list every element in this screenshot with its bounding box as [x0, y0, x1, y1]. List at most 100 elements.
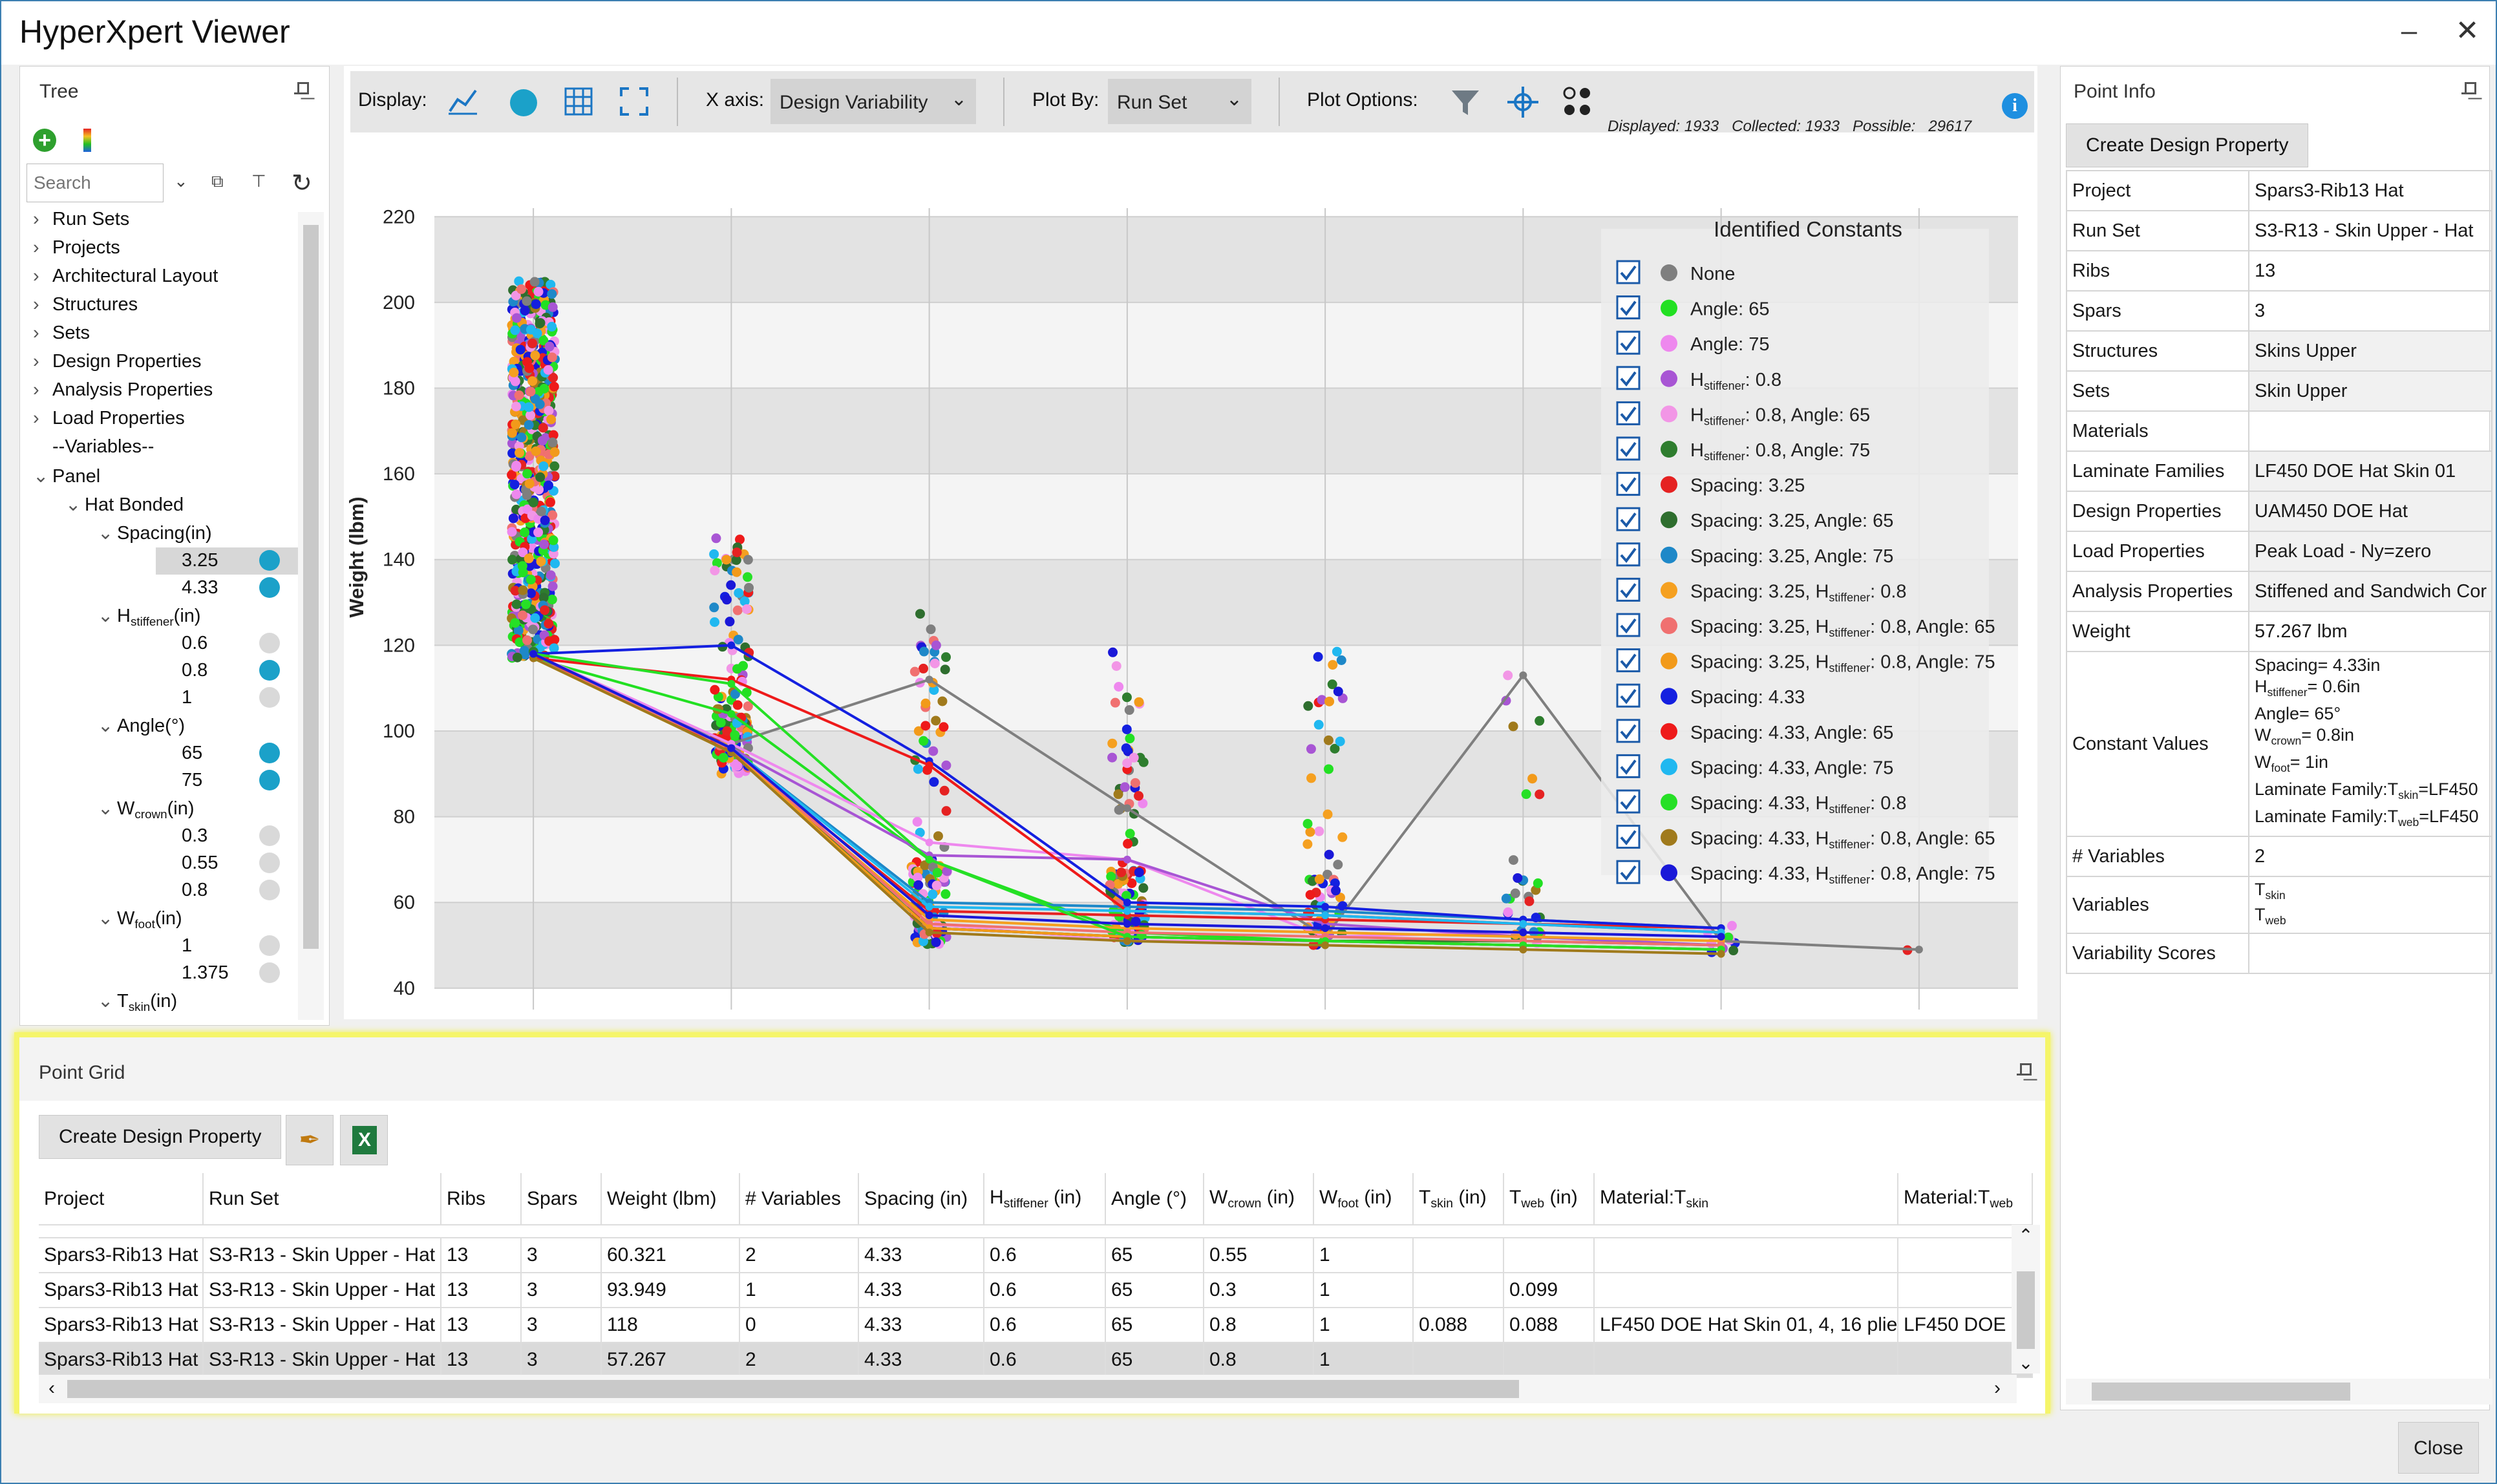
refresh-icon[interactable]: ↻: [292, 169, 312, 198]
series-point: [925, 911, 933, 920]
table-row[interactable]: Spars3-Rib13 Hat S3-R13 - Skin Upper - Ha…: [39, 1342, 2033, 1378]
collapse-all-icon[interactable]: ⧉: [211, 171, 224, 192]
tree-item[interactable]: ⌄ Hat Bonded: [65, 493, 184, 516]
tree-value[interactable]: 0.8: [156, 877, 298, 904]
selection-dot-icon: [259, 577, 280, 598]
column-header[interactable]: Hstiffener (in): [984, 1173, 1106, 1225]
tree-item[interactable]: › Run Sets: [33, 209, 129, 230]
column-header[interactable]: Wfoot (in): [1313, 1173, 1414, 1225]
search-dropdown-chevron-icon[interactable]: ⌄: [174, 171, 188, 191]
data-point: [1302, 818, 1313, 829]
tree-item[interactable]: › Sets: [33, 323, 90, 344]
hierarchy-icon[interactable]: ⊤: [251, 171, 266, 191]
table-cell: Spars3-Rib13 Hat: [39, 1238, 204, 1273]
grid-hscroll[interactable]: ‹ ›: [39, 1375, 2017, 1403]
tree-value[interactable]: 4.33: [156, 575, 298, 602]
data-point: [732, 567, 742, 577]
tree-value[interactable]: 0.3: [156, 823, 298, 850]
minimize-button[interactable]: –: [2386, 10, 2432, 52]
table-row[interactable]: Spars3-Rib13 Hat S3-R13 - Skin Upper - Ha…: [39, 1308, 2033, 1343]
tree-item[interactable]: › Projects: [33, 237, 120, 259]
point-grid-panel: Point Grid Create Design Property ✒ X Pr…: [14, 1032, 2050, 1414]
column-header[interactable]: Project: [39, 1173, 204, 1225]
column-header[interactable]: Spacing (in): [858, 1173, 984, 1225]
tree-variable[interactable]: ⌄ Wfoot(in): [98, 907, 182, 931]
tree-variable[interactable]: ⌄ Tskin(in): [98, 990, 177, 1014]
info-value: Stiffened and Sandwich Cor: [2248, 571, 2492, 612]
data-point: [1121, 724, 1132, 734]
column-header[interactable]: Wcrown (in): [1204, 1173, 1314, 1225]
tree-value[interactable]: 0.55: [156, 850, 298, 877]
series-point: [1123, 855, 1131, 864]
clear-brush-icon[interactable]: ✒: [286, 1115, 334, 1165]
legend-checkbox: [1616, 577, 1641, 602]
tree-value[interactable]: 65: [156, 740, 298, 767]
pin-icon[interactable]: [2017, 1062, 2032, 1081]
fit-to-screen-icon[interactable]: [619, 87, 649, 116]
data-point: [1335, 736, 1345, 747]
tree-item[interactable]: --Variables--: [33, 436, 154, 458]
tree-item[interactable]: › Load Properties: [33, 408, 185, 429]
tree-item[interactable]: › Structures: [33, 294, 138, 315]
column-header[interactable]: Weight (lbm): [601, 1173, 740, 1225]
line-chart-icon[interactable]: [447, 85, 478, 116]
point-style-icon[interactable]: [510, 89, 537, 116]
tree-value[interactable]: 1: [156, 933, 298, 960]
tree-value[interactable]: 75: [156, 767, 298, 794]
column-header[interactable]: Tskin (in): [1413, 1173, 1504, 1225]
xaxis-dropdown[interactable]: Design Variability ⌄: [770, 79, 976, 124]
tree-variable[interactable]: ⌄ Spacing(in): [98, 522, 212, 546]
data-point: [920, 721, 931, 731]
point-info-hscroll[interactable]: [2066, 1379, 2492, 1404]
tree-value[interactable]: 0.6: [156, 630, 298, 657]
tree-item[interactable]: › Analysis Properties: [33, 379, 213, 401]
tree-value[interactable]: 1.375: [156, 960, 298, 987]
tree-value[interactable]: 0.8: [156, 657, 298, 684]
column-header[interactable]: Angle (°): [1105, 1173, 1204, 1225]
column-header[interactable]: Tweb (in): [1504, 1173, 1595, 1225]
data-point: [1113, 789, 1123, 800]
color-scale-icon[interactable]: [83, 129, 91, 152]
table-row[interactable]: Spars3-Rib13 Hat S3-R13 - Skin Upper - Ha…: [39, 1238, 2033, 1273]
weight-vs-variability-chart[interactable]: 40608010012014016018020022001234567Desig…: [344, 131, 2037, 1081]
column-header[interactable]: Material:Tweb: [1898, 1173, 2033, 1225]
tree-value[interactable]: 3.25: [156, 547, 298, 575]
data-point: [510, 376, 520, 387]
info-icon[interactable]: i: [2002, 93, 2028, 119]
create-design-property-button[interactable]: Create Design Property: [2066, 123, 2309, 167]
tree-item[interactable]: › Architectural Layout: [33, 266, 218, 287]
column-header[interactable]: Material:Tskin: [1594, 1173, 1898, 1225]
excel-export-icon[interactable]: X: [340, 1115, 388, 1165]
cluster-icon[interactable]: [1560, 85, 1594, 119]
grid-vscroll[interactable]: ⌃ ⌄: [2012, 1225, 2040, 1373]
tree-scrollbar[interactable]: [298, 212, 324, 1020]
target-icon[interactable]: [1506, 85, 1540, 119]
column-header[interactable]: Ribs: [441, 1173, 522, 1225]
column-header[interactable]: Spars: [521, 1173, 602, 1225]
add-icon[interactable]: +: [33, 129, 56, 152]
pin-icon[interactable]: [294, 81, 309, 100]
table-row[interactable]: Spars3-Rib13 Hat S3-R13 - Skin Upper - Ha…: [39, 1273, 2033, 1308]
y-tick-label: 200: [383, 292, 415, 313]
selection-dot-icon: [259, 687, 280, 708]
plotby-dropdown[interactable]: Run Set ⌄: [1108, 79, 1251, 124]
data-point: [1305, 889, 1315, 900]
tree-search-input[interactable]: [27, 164, 164, 202]
series-point: [925, 928, 933, 937]
pin-icon[interactable]: [2461, 81, 2476, 100]
close-window-button[interactable]: ✕: [2445, 10, 2490, 52]
close-button[interactable]: Close: [2398, 1422, 2479, 1474]
tree-item[interactable]: ⌄ Panel: [33, 465, 100, 487]
column-header[interactable]: # Variables: [739, 1173, 859, 1225]
legend-checkbox: [1616, 754, 1641, 778]
grid-view-icon[interactable]: [564, 87, 593, 116]
tree-variable[interactable]: ⌄ Angle(°): [98, 714, 185, 739]
create-design-property-button[interactable]: Create Design Property: [39, 1115, 282, 1159]
filter-icon[interactable]: [1449, 87, 1482, 119]
y-tick-label: 160: [383, 463, 415, 485]
tree-value[interactable]: 1: [156, 684, 298, 712]
column-header[interactable]: Run Set: [203, 1173, 441, 1225]
tree-variable[interactable]: ⌄ Wcrown(in): [98, 797, 195, 822]
tree-item[interactable]: › Design Properties: [33, 351, 202, 372]
tree-variable[interactable]: ⌄ Hstiffener(in): [98, 604, 201, 629]
